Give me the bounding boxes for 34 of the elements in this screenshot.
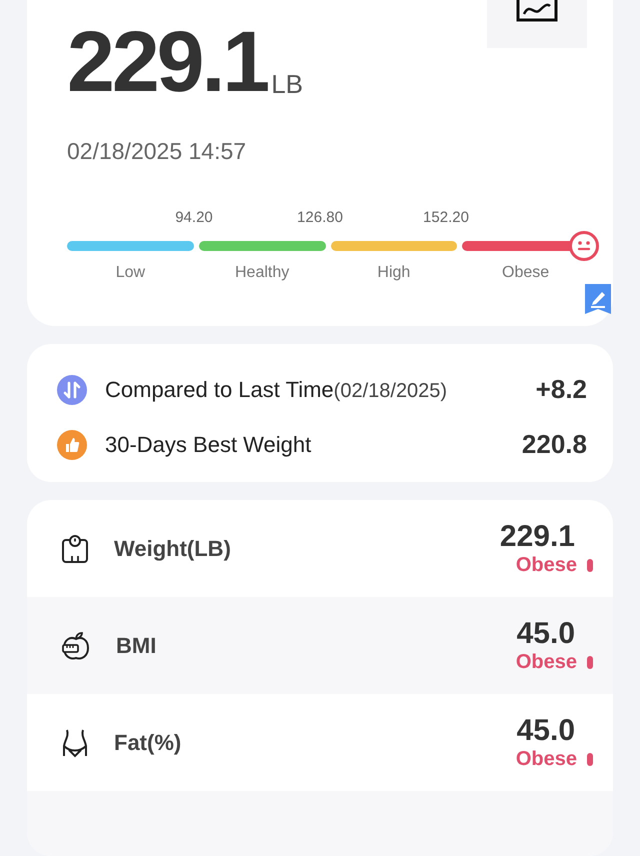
unit-label: LB: [271, 69, 304, 100]
status-label: Obese: [516, 554, 577, 577]
metric-row[interactable]: Weight(LB) 229.1 Obese: [27, 500, 613, 597]
metric-name: Weight(LB): [114, 536, 232, 562]
trend-button[interactable]: [487, 0, 587, 48]
range-label: High: [376, 264, 412, 282]
metric-value: 229.1: [500, 520, 575, 554]
compare-icon: [57, 374, 87, 404]
weight-value: 229.1: [67, 22, 268, 102]
summary-label: 30-Days Best Weight: [105, 432, 312, 458]
threshold-label: 94.20: [174, 209, 214, 226]
range-label: Obese: [501, 264, 550, 282]
status-label: Obese: [516, 748, 577, 771]
threshold-label: 152.20: [422, 209, 470, 226]
metric-row[interactable]: BMI 45.0 Obese: [27, 597, 613, 694]
timestamp: 02/18/2025 14:57: [67, 138, 248, 165]
metric-value: 45.0: [516, 617, 575, 651]
summary-value: 220.8: [522, 429, 587, 460]
range-label: Healthy: [234, 264, 290, 282]
metric-name: Fat(%): [114, 730, 182, 756]
waist-icon: [60, 728, 90, 758]
apple-icon: [60, 630, 92, 662]
status-label: Obese: [516, 651, 577, 674]
metric-row[interactable]: Fat(%) 45.0 Obese: [27, 694, 613, 791]
summary-value: +8.2: [536, 374, 587, 405]
chart-icon: [516, 0, 558, 22]
threshold-label: 126.80: [296, 209, 344, 226]
summary-label: Compared to Last Time(02/18/2025): [105, 376, 448, 402]
metric-value: 45.0: [516, 714, 575, 748]
range-label: Low: [114, 264, 146, 282]
edit-icon[interactable]: [585, 284, 611, 314]
thumbs-up-icon: [57, 430, 87, 460]
scale-icon: [60, 534, 90, 564]
metric-name: BMI: [116, 632, 158, 658]
